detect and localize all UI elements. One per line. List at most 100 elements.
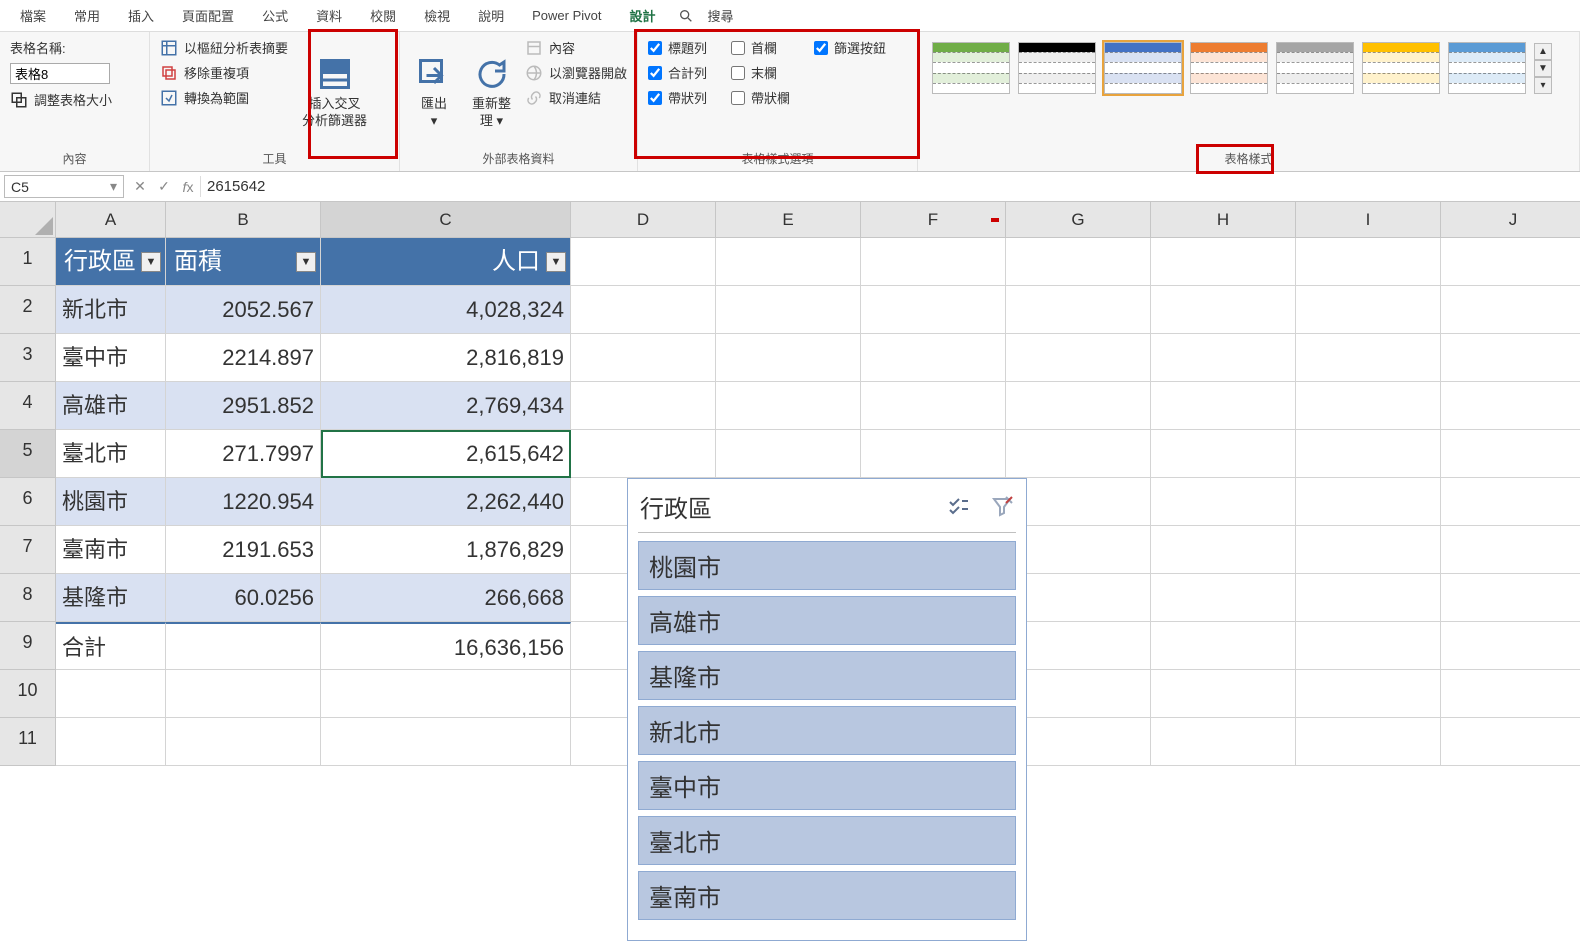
menu-home[interactable]: 常用 xyxy=(60,2,114,29)
col-B[interactable]: B xyxy=(166,202,321,238)
chk-banded-rows[interactable]: 帶狀列 xyxy=(648,88,707,107)
chk-banded-cols[interactable]: 帶狀欄 xyxy=(731,88,790,107)
filter-dropdown-icon[interactable]: ▼ xyxy=(141,252,161,272)
slicer-panel[interactable]: 行政區 桃園市 高雄市 基隆市 新北市 臺中市 臺北市 臺南市 xyxy=(627,478,1027,941)
cell-C5[interactable]: 2,615,642 xyxy=(321,430,571,478)
gallery-down-button[interactable]: ▼ xyxy=(1534,60,1552,77)
col-H[interactable]: H xyxy=(1151,202,1296,238)
row-3[interactable]: 3 xyxy=(0,334,56,382)
gallery-up-button[interactable]: ▲ xyxy=(1534,43,1552,60)
cell-C7[interactable]: 1,876,829 xyxy=(321,526,571,574)
slicer-item[interactable]: 新北市 xyxy=(638,706,1016,755)
cell-B1[interactable]: 面積▼ xyxy=(166,238,321,286)
clear-filter-icon[interactable] xyxy=(990,495,1014,519)
cell-B2[interactable]: 2052.567 xyxy=(166,286,321,334)
row-11[interactable]: 11 xyxy=(0,718,56,766)
summarize-pivot-button[interactable]: 以樞紐分析表摘要 xyxy=(160,38,288,57)
menu-help[interactable]: 說明 xyxy=(464,2,518,29)
row-2[interactable]: 2 xyxy=(0,286,56,334)
cell-B8[interactable]: 60.0256 xyxy=(166,574,321,622)
chk-header-row[interactable]: 標題列 xyxy=(648,38,707,57)
style-thumb-6[interactable] xyxy=(1362,42,1440,94)
menu-file[interactable]: 檔案 xyxy=(6,2,60,29)
chk-first-col[interactable]: 首欄 xyxy=(731,38,790,57)
style-thumb-5[interactable] xyxy=(1276,42,1354,94)
chk-last-col[interactable]: 末欄 xyxy=(731,63,790,82)
cell-A8[interactable]: 基隆市 xyxy=(56,574,166,622)
col-E[interactable]: E xyxy=(716,202,861,238)
cell-B4[interactable]: 2951.852 xyxy=(166,382,321,430)
col-I[interactable]: I xyxy=(1296,202,1441,238)
cell-E1[interactable] xyxy=(716,238,861,286)
name-box[interactable]: C5▾ xyxy=(4,175,124,198)
cell-C1[interactable]: 人口▼ xyxy=(321,238,571,286)
cell-A2[interactable]: 新北市 xyxy=(56,286,166,334)
cell-C8[interactable]: 266,668 xyxy=(321,574,571,622)
cell-A5[interactable]: 臺北市 xyxy=(56,430,166,478)
table-styles-gallery[interactable]: ▲ ▼ ▾ xyxy=(928,38,1569,98)
menu-data[interactable]: 資料 xyxy=(302,2,356,29)
col-C[interactable]: C xyxy=(321,202,571,238)
remove-duplicates-button[interactable]: 移除重複項 xyxy=(160,63,288,82)
style-thumb-7[interactable] xyxy=(1448,42,1526,94)
cell-A9[interactable]: 合計 xyxy=(56,622,166,670)
cell-C3[interactable]: 2,816,819 xyxy=(321,334,571,382)
refresh-button[interactable]: 重新整理 ▾ xyxy=(466,38,517,148)
cell-C9[interactable]: 16,636,156 xyxy=(321,622,571,670)
cell-C6[interactable]: 2,262,440 xyxy=(321,478,571,526)
resize-table-button[interactable]: 調整表格大小 xyxy=(10,90,139,109)
row-9[interactable]: 9 xyxy=(0,622,56,670)
slicer-item[interactable]: 桃園市 xyxy=(638,541,1016,590)
row-4[interactable]: 4 xyxy=(0,382,56,430)
col-F[interactable]: F xyxy=(861,202,1006,238)
chk-total-row[interactable]: 合計列 xyxy=(648,63,707,82)
cell-B3[interactable]: 2214.897 xyxy=(166,334,321,382)
row-10[interactable]: 10 xyxy=(0,670,56,718)
col-D[interactable]: D xyxy=(571,202,716,238)
menu-layout[interactable]: 頁面配置 xyxy=(168,2,248,29)
row-5[interactable]: 5 xyxy=(0,430,56,478)
row-1[interactable]: 1 xyxy=(0,238,56,286)
convert-range-button[interactable]: 轉換為範圍 xyxy=(160,88,288,107)
multi-select-icon[interactable] xyxy=(944,495,972,519)
row-7[interactable]: 7 xyxy=(0,526,56,574)
formula-input[interactable]: 2615642 xyxy=(200,176,1580,197)
row-8[interactable]: 8 xyxy=(0,574,56,622)
style-thumb-1[interactable] xyxy=(932,42,1010,94)
col-J[interactable]: J xyxy=(1441,202,1580,238)
cell-A6[interactable]: 桃園市 xyxy=(56,478,166,526)
menu-review[interactable]: 校閱 xyxy=(356,2,410,29)
cell-J1[interactable] xyxy=(1441,238,1580,286)
gallery-more-button[interactable]: ▾ xyxy=(1534,77,1552,94)
menu-design[interactable]: 設計 xyxy=(616,2,670,29)
cell-C4[interactable]: 2,769,434 xyxy=(321,382,571,430)
col-A[interactable]: A xyxy=(56,202,166,238)
slicer-item[interactable]: 基隆市 xyxy=(638,651,1016,700)
style-thumb-2[interactable] xyxy=(1018,42,1096,94)
menu-insert[interactable]: 插入 xyxy=(114,2,168,29)
chk-filter-button[interactable]: 篩選按鈕 xyxy=(814,38,886,57)
cell-B6[interactable]: 1220.954 xyxy=(166,478,321,526)
slicer-item[interactable]: 高雄市 xyxy=(638,596,1016,645)
accept-formula-button[interactable]: ✓ xyxy=(152,178,176,195)
select-all-corner[interactable] xyxy=(0,202,56,238)
style-thumb-3[interactable] xyxy=(1104,42,1182,94)
menu-powerpivot[interactable]: Power Pivot xyxy=(518,4,615,27)
col-G[interactable]: G xyxy=(1006,202,1151,238)
filter-dropdown-icon[interactable]: ▼ xyxy=(546,252,566,272)
cell-B5[interactable]: 271.7997 xyxy=(166,430,321,478)
row-6[interactable]: 6 xyxy=(0,478,56,526)
search-label[interactable]: 搜尋 xyxy=(694,2,748,29)
slicer-item[interactable]: 臺北市 xyxy=(638,816,1016,865)
insert-slicer-button[interactable]: 插入交叉分析篩選器 xyxy=(296,38,373,148)
cell-B9[interactable] xyxy=(166,622,321,670)
cell-A4[interactable]: 高雄市 xyxy=(56,382,166,430)
table-name-input[interactable] xyxy=(10,63,110,84)
cell-I1[interactable] xyxy=(1296,238,1441,286)
menu-formula[interactable]: 公式 xyxy=(248,2,302,29)
cell-G1[interactable] xyxy=(1006,238,1151,286)
export-button[interactable]: 匯出▾ xyxy=(410,38,458,148)
cell-H1[interactable] xyxy=(1151,238,1296,286)
cell-A3[interactable]: 臺中市 xyxy=(56,334,166,382)
menu-view[interactable]: 檢視 xyxy=(410,2,464,29)
